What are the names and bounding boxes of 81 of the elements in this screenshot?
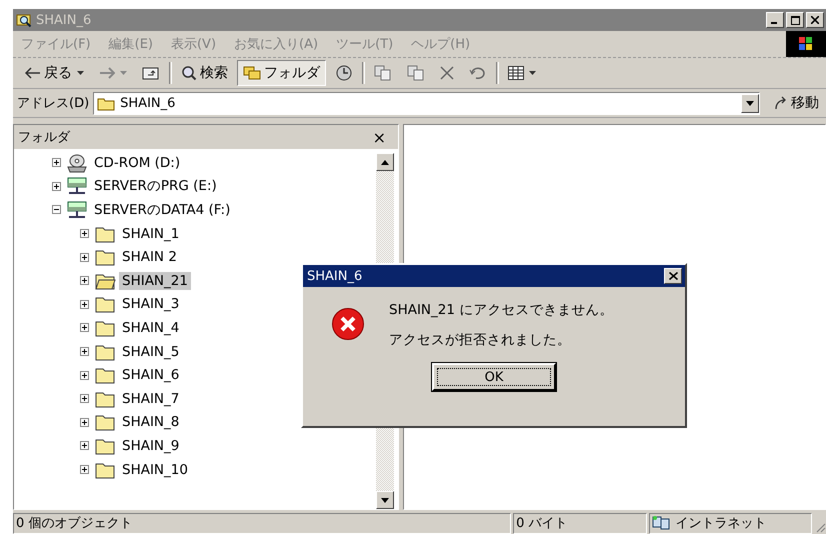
tree-item[interactable]: SERVERのDATA4 (F:) — [91, 200, 234, 220]
scroll-up-button[interactable] — [376, 153, 394, 171]
tree-item[interactable]: SHAIN_4 — [119, 318, 182, 337]
tree-item[interactable]: SHAIN_9 — [119, 436, 182, 455]
ok-button[interactable]: OK — [432, 363, 556, 391]
expand-toggle-icon[interactable] — [80, 347, 89, 356]
close-button[interactable] — [664, 268, 682, 284]
address-field[interactable]: SHAIN_6 — [93, 92, 760, 114]
folders-button[interactable]: フォルダ — [237, 60, 326, 86]
tree-item[interactable]: SHAIN_7 — [119, 390, 182, 408]
search-icon — [181, 65, 197, 81]
tree-item[interactable]: CD-ROM (D:) — [91, 154, 184, 172]
tree-item[interactable]: SHAIN_3 — [119, 295, 182, 314]
collapse-toggle-icon[interactable] — [52, 205, 61, 214]
expand-toggle-icon[interactable] — [80, 276, 89, 286]
tree-item[interactable]: SHAIN 2 — [119, 248, 180, 266]
documents-icon — [374, 65, 392, 81]
dropdown-button[interactable] — [741, 94, 759, 112]
close-icon — [668, 272, 678, 280]
expand-toggle-icon[interactable] — [80, 441, 89, 450]
scroll-down-button[interactable] — [376, 491, 394, 509]
window-title: SHAIN_6 — [36, 12, 92, 28]
forward-arrow-icon — [99, 67, 115, 79]
expand-toggle-icon[interactable] — [80, 418, 89, 427]
tree-item[interactable]: SHAIN_6 — [119, 366, 182, 384]
up-arrow-icon — [381, 160, 389, 164]
delete-icon — [440, 66, 454, 80]
error-icon — [331, 307, 365, 341]
dialog-title: SHAIN_6 — [307, 268, 362, 284]
dialog-message: アクセスが拒否されました。 — [389, 331, 572, 349]
panel-title: フォルダ — [18, 129, 70, 146]
expand-toggle-icon[interactable] — [80, 252, 89, 262]
caret-icon — [746, 100, 754, 106]
expand-toggle-icon[interactable] — [80, 323, 89, 332]
folder-icon — [97, 96, 116, 110]
expand-toggle-icon[interactable] — [80, 370, 89, 380]
go-button[interactable]: 移動 — [764, 94, 826, 112]
windows-logo-icon — [786, 31, 826, 57]
go-arrow-icon — [774, 96, 788, 110]
down-arrow-icon — [381, 498, 389, 502]
cd-drive-icon — [66, 152, 88, 173]
intranet-icon — [652, 515, 670, 531]
caret-icon — [77, 71, 84, 75]
expand-toggle-icon[interactable] — [80, 465, 89, 474]
status-text: 0 個のオブジェクト — [13, 512, 512, 534]
tree-item[interactable]: SHAIN_5 — [119, 342, 182, 361]
grid-icon — [508, 66, 524, 80]
maximize-icon — [790, 16, 800, 24]
status-text: 0 バイト — [513, 512, 647, 534]
search-button[interactable]: 検索 — [175, 60, 234, 86]
back-button[interactable]: 戻る — [19, 60, 90, 86]
close-button[interactable] — [806, 12, 824, 28]
close-panel-button[interactable]: × — [368, 128, 390, 146]
tree-item[interactable]: SHIAN_21 — [119, 272, 191, 290]
expand-toggle-icon[interactable] — [52, 158, 61, 168]
expand-toggle-icon[interactable] — [80, 394, 89, 404]
caret-icon — [529, 71, 536, 75]
expand-toggle-icon[interactable] — [80, 229, 89, 238]
tree-item[interactable]: SERVERのPRG (E:) — [91, 176, 220, 196]
expand-toggle-icon[interactable] — [52, 182, 61, 191]
network-drive-icon — [66, 176, 88, 196]
resize-grip-icon[interactable] — [816, 522, 826, 532]
folders-icon — [243, 65, 261, 81]
address-label: アドレス(D) — [17, 95, 90, 112]
dialog-message: SHAIN_21 にアクセスできません。 — [389, 301, 614, 319]
up-folder-icon — [142, 65, 160, 81]
folder-search-icon — [16, 12, 32, 28]
maximize-button[interactable] — [786, 12, 804, 28]
caret-icon — [120, 71, 127, 75]
back-arrow-icon — [25, 67, 41, 79]
expand-toggle-icon[interactable] — [80, 300, 89, 309]
tree-item[interactable]: SHAIN_10 — [119, 460, 191, 479]
minimize-button[interactable] — [766, 12, 784, 28]
network-drive-icon — [66, 200, 88, 220]
status-text: イントラネット — [676, 515, 767, 532]
clock-icon — [335, 64, 353, 82]
close-icon — [811, 16, 819, 24]
undo-icon — [469, 66, 487, 80]
documents-icon — [407, 65, 425, 81]
tree-item[interactable]: SHAIN_8 — [119, 413, 182, 432]
tree-item[interactable]: SHAIN_1 — [119, 224, 182, 243]
